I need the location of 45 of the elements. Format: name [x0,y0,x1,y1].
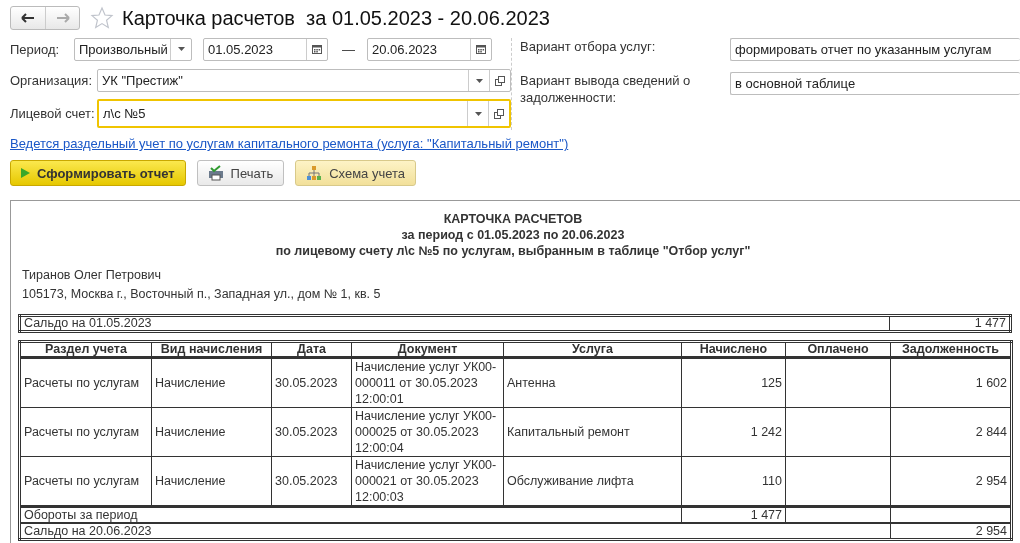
person-name: Тиранов Олег Петрович [21,267,163,284]
organization-label: Организация: [10,73,94,88]
column-header: Дата [271,341,352,358]
service-filter-field[interactable]: формировать отчет по указанным услугам [730,38,1020,61]
address: 105173, Москва г., Восточный п., Западная ул., дом № 1, кв. 5 [21,286,382,303]
date-from-field[interactable]: 01.05.2023 [203,37,328,61]
column-header: Задолженность [890,341,1012,358]
organization-field[interactable]: УК "Престиж" [97,69,511,92]
generate-report-button[interactable]: Сформировать отчет [10,160,186,186]
account-field[interactable]: л\с №5 [97,99,511,128]
column-header: Оплачено [785,341,891,358]
scheme-button[interactable]: Схема учета [295,160,417,186]
table-cell: Антенна [503,357,682,408]
service-filter-label: Вариант отбора услуг: [520,38,657,55]
table-cell: 125 [681,357,786,408]
period-select[interactable]: Произвольный [74,37,192,61]
table-cell: Обороты за период [19,506,682,523]
table-cell: 30.05.2023 [271,357,352,408]
table-cell: Начисление услуг УК00-000011 от 30.05.2023 12:00:01 [351,357,504,408]
window-title: Карточка расчетов за 01.05.2023 - 20.06.2023 [122,6,550,30]
table-cell: Начисление услуг УК00-000025 от 30.05.2023 12:00:04 [351,407,504,457]
debt-output-label: Вариант вывода сведений о задолженности: [520,72,692,106]
column-header: Документ [351,341,504,358]
date-separator: — [342,41,355,57]
table-cell: Расчеты по услугам [19,407,152,457]
table-cell: Сальдо на 20.06.2023 [19,523,891,540]
report-title: КАРТОЧКА РАСЧЕТОВ [442,211,584,227]
table-cell: 1 477 [681,506,786,523]
table-cell: 1 242 [681,407,786,457]
date-to-field[interactable]: 20.06.2023 [367,37,492,61]
table-cell: 30.05.2023 [271,407,352,457]
print-button[interactable]: Печать [196,160,285,186]
capital-repair-link[interactable]: Ведется раздельный учет по услугам капитального ремонта (услуга: "Капитальный ремонт") [10,136,1020,151]
column-header: Начислено [681,341,786,358]
column-header: Услуга [503,341,682,358]
table-cell: Начисление [151,357,272,408]
debt-output-field[interactable]: в основной таблице [730,72,1020,95]
account-label: Лицевой счет: [10,106,96,121]
table-cell: Капитальный ремонт [503,407,682,457]
report-period: за период с 01.05.2023 по 20.06.2023 [400,227,626,243]
table-cell: Начисление [151,407,272,457]
column-header: Вид начисления [151,341,272,358]
table-cell: Расчеты по услугам [19,357,152,408]
column-header: Раздел учета [19,341,152,358]
report-subtitle: по лицевому счету л\с №5 по услугам, выбранным в таблице "Отбор услуг" [274,243,752,259]
